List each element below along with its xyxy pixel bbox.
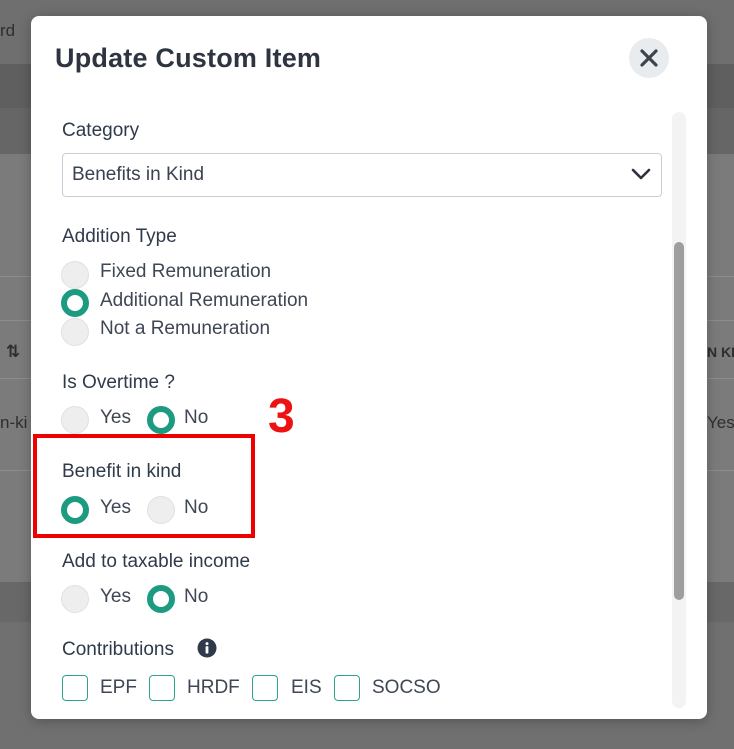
radio-taxable-yes[interactable] [61,585,89,613]
taxable-yes-label: Yes [100,586,131,607]
hrdf-label: HRDF [187,677,240,698]
checkbox-socso[interactable] [334,675,360,701]
checkbox-hrdf[interactable] [149,675,175,701]
epf-label: EPF [100,677,137,698]
info-icon[interactable] [197,638,217,658]
scrollbar-thumb[interactable] [674,242,684,600]
additional-remuneration-label: Additional Remuneration [100,290,309,311]
checkbox-eis[interactable] [252,675,278,701]
radio-fixed-remuneration[interactable] [61,261,89,289]
checkbox-epf[interactable] [62,675,88,701]
radio-not-a-remuneration[interactable] [61,318,89,346]
is-overtime-label: Is Overtime ? [62,372,175,393]
socso-label: SOCSO [372,677,441,698]
taxable-no-label: No [184,586,209,607]
modal-title: Update Custom Item [55,43,322,73]
background-cell-fragment: n-ki [0,413,28,432]
radio-additional-remuneration[interactable] [61,289,89,317]
addition-type-label: Addition Type [62,226,177,247]
close-icon [640,49,658,67]
overtime-yes-label: Yes [100,407,131,428]
sort-arrows-icon: ⇅ [6,342,21,361]
category-select-value: Benefits in Kind [72,164,205,185]
eis-label: EIS [291,677,322,698]
taxable-income-label: Add to taxable income [62,551,251,572]
background-column-header-fragment: N KI [707,344,734,360]
background-cell-fragment-right: Yes [707,413,734,432]
annotation-step-number: 3 [268,390,295,443]
background-title-fragment: rd [0,21,16,40]
radio-taxable-no[interactable] [147,585,175,613]
annotation-highlight-box [33,434,255,538]
update-custom-item-modal: Update Custom Item Category Benefits in … [31,16,707,719]
contributions-label: Contributions [62,639,174,660]
fixed-remuneration-label: Fixed Remuneration [100,261,272,282]
radio-overtime-no[interactable] [147,406,175,434]
close-button[interactable] [629,38,669,78]
not-a-remuneration-label: Not a Remuneration [100,318,271,339]
category-label: Category [62,120,140,141]
category-select[interactable]: Benefits in Kind [62,153,662,197]
radio-overtime-yes[interactable] [61,406,89,434]
overtime-no-label: No [184,407,209,428]
chevron-down-icon [631,168,651,180]
